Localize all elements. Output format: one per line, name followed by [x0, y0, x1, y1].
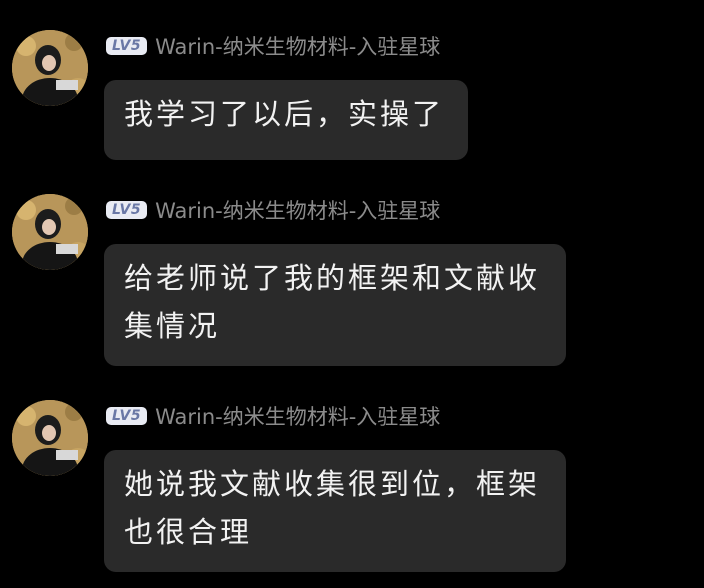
level-badge: LV5 [106, 201, 148, 219]
avatar-photo-icon [12, 30, 88, 106]
avatar-photo-icon [12, 194, 88, 270]
message-text: 给老师说了我的框架和文献收集情况 [124, 261, 541, 343]
avatar[interactable] [12, 400, 88, 476]
message-header: LV5 Warin-纳米生物材料-入驻星球 [106, 402, 440, 430]
message-bubble[interactable]: 我学习了以后，实操了 [104, 80, 468, 160]
message-header: LV5 Warin-纳米生物材料-入驻星球 [106, 32, 440, 60]
message-header: LV5 Warin-纳米生物材料-入驻星球 [106, 196, 440, 224]
sender-name[interactable]: Warin-纳米生物材料-入驻星球 [155, 195, 440, 225]
avatar[interactable] [12, 30, 88, 106]
level-badge: LV5 [106, 37, 148, 55]
message-text: 我学习了以后，实操了 [124, 97, 445, 131]
sender-name[interactable]: Warin-纳米生物材料-入驻星球 [155, 401, 440, 431]
message-text: 她说我文献收集很到位，框架也很合理 [124, 467, 541, 549]
message-bubble[interactable]: 给老师说了我的框架和文献收集情况 [104, 244, 566, 366]
avatar[interactable] [12, 194, 88, 270]
sender-name[interactable]: Warin-纳米生物材料-入驻星球 [155, 31, 440, 61]
avatar-photo-icon [12, 400, 88, 476]
message-bubble[interactable]: 她说我文献收集很到位，框架也很合理 [104, 450, 566, 572]
level-badge: LV5 [106, 407, 148, 425]
